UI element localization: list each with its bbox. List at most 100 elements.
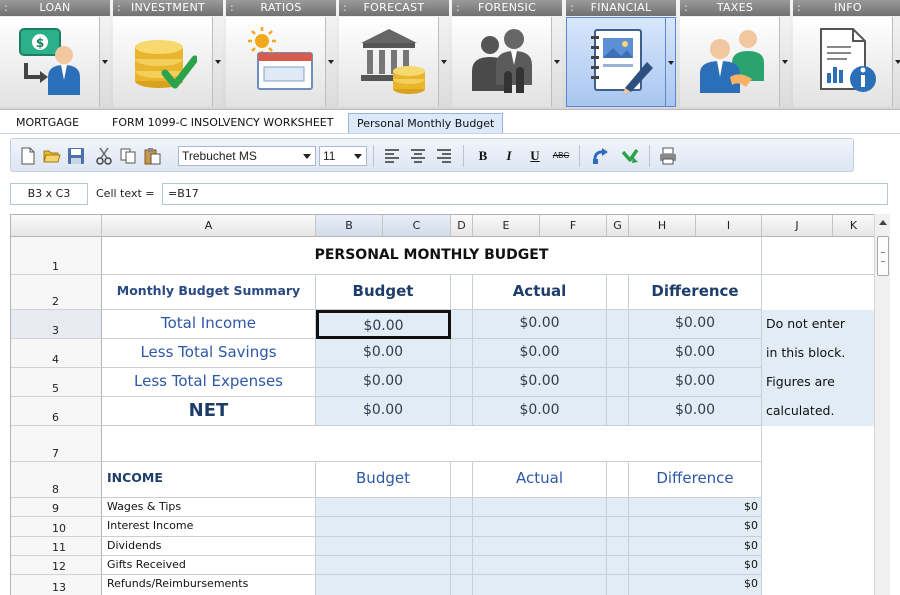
column-header-h[interactable]: H	[629, 215, 696, 237]
income-actual-cell[interactable]	[473, 498, 607, 517]
ribbon-tab-info[interactable]: : INFO	[793, 0, 900, 108]
ribbon-tab-forensic[interactable]: : FORENSIC	[452, 0, 562, 108]
summary-col-budget[interactable]: Budget	[316, 275, 451, 310]
summary-difference-less-total-expenses[interactable]: $0.00	[629, 368, 762, 397]
strikethrough-button[interactable]: ABC	[551, 146, 571, 166]
summary-difference-less-total-savings[interactable]: $0.00	[629, 339, 762, 368]
sheet-tab-mortgage[interactable]: MORTGAGE	[8, 113, 87, 133]
column-header-a[interactable]: A	[102, 215, 316, 237]
income-difference-cell[interactable]: $0	[629, 517, 762, 537]
grid-cell[interactable]	[607, 462, 629, 498]
income-col-budget[interactable]: Budget	[316, 462, 451, 498]
select-all-corner[interactable]	[11, 215, 102, 237]
column-header-e[interactable]: E	[473, 215, 540, 237]
summary-difference-total-income[interactable]: $0.00	[629, 310, 762, 339]
ribbon-tab-forecast[interactable]: : FORECAST	[339, 0, 449, 108]
grid-cell[interactable]	[451, 339, 473, 368]
row-header-5[interactable]: 5	[11, 368, 102, 397]
row-header-10[interactable]: 10	[11, 517, 102, 537]
column-header-i[interactable]: I	[696, 215, 762, 237]
income-item-label[interactable]: Dividends	[102, 537, 316, 556]
ribbon-tab-dropdown[interactable]	[326, 17, 336, 107]
grid-cell[interactable]	[451, 368, 473, 397]
grid-cell[interactable]	[607, 575, 629, 595]
grid-cell[interactable]	[762, 275, 874, 310]
income-budget-cell[interactable]	[316, 575, 451, 595]
align-center-icon[interactable]	[409, 147, 427, 165]
ribbon-tab-investment[interactable]: : INVESTMENT	[113, 0, 223, 108]
income-budget-cell[interactable]	[316, 517, 451, 537]
summary-col-actual[interactable]: Actual	[473, 275, 607, 310]
row-header-6[interactable]: 6	[11, 397, 102, 426]
summary-label-net[interactable]: NET	[102, 397, 316, 426]
scroll-up-icon[interactable]	[879, 220, 887, 225]
income-actual-cell[interactable]	[473, 556, 607, 575]
row-header-8[interactable]: 8	[11, 462, 102, 498]
row-header-3[interactable]: 3	[11, 310, 102, 339]
income-item-label[interactable]: Interest Income	[102, 517, 316, 537]
grid-cell[interactable]	[451, 498, 473, 517]
income-difference-cell[interactable]: $0	[629, 575, 762, 595]
column-header-c[interactable]: C	[383, 215, 451, 237]
grid-cell[interactable]	[762, 237, 874, 275]
grid-cell[interactable]	[607, 517, 629, 537]
grid-cell[interactable]	[102, 426, 762, 462]
income-budget-cell[interactable]	[316, 498, 451, 517]
undo-icon[interactable]	[591, 147, 609, 165]
align-right-icon[interactable]	[435, 147, 453, 165]
row-header-4[interactable]: 4	[11, 339, 102, 368]
cell-reference-box[interactable]: B3 x C3	[10, 183, 88, 205]
grid-cell[interactable]	[451, 462, 473, 498]
income-header[interactable]: INCOME	[102, 462, 316, 498]
summary-actual-total-income[interactable]: $0.00	[473, 310, 607, 339]
grid-cell[interactable]	[451, 556, 473, 575]
column-header-d[interactable]: D	[451, 215, 473, 237]
ribbon-tab-dropdown[interactable]	[893, 17, 900, 107]
income-budget-cell[interactable]	[316, 556, 451, 575]
summary-label-less-total-savings[interactable]: Less Total Savings	[102, 339, 316, 368]
ribbon-tab-loan[interactable]: : LOAN $	[0, 0, 110, 108]
copy-icon[interactable]	[119, 147, 137, 165]
grid-cell[interactable]	[607, 339, 629, 368]
grid-cell[interactable]	[451, 517, 473, 537]
font-name-select[interactable]: Trebuchet MS	[178, 146, 316, 166]
grid-cell[interactable]	[451, 275, 473, 310]
income-item-label[interactable]: Wages & Tips	[102, 498, 316, 517]
sheet-tab-personal-monthly-budget[interactable]: Personal Monthly Budget	[348, 113, 504, 133]
summary-budget-less-total-expenses[interactable]: $0.00	[316, 368, 451, 397]
row-header-13[interactable]: 13	[11, 575, 102, 595]
summary-label-total-income[interactable]: Total Income	[102, 310, 316, 339]
grid-cell[interactable]	[607, 498, 629, 517]
income-difference-cell[interactable]: $0	[629, 498, 762, 517]
summary-label-less-total-expenses[interactable]: Less Total Expenses	[102, 368, 316, 397]
ribbon-tab-dropdown[interactable]	[552, 17, 562, 107]
print-icon[interactable]	[659, 147, 677, 165]
income-actual-cell[interactable]	[473, 575, 607, 595]
ribbon-tab-dropdown[interactable]	[213, 17, 223, 107]
grid-cell[interactable]	[451, 397, 473, 426]
income-actual-cell[interactable]	[473, 517, 607, 537]
income-col-actual[interactable]: Actual	[473, 462, 607, 498]
sheet-tab-form-1099c[interactable]: FORM 1099-C INSOLVENCY WORKSHEET	[104, 113, 341, 133]
income-difference-cell[interactable]: $0	[629, 537, 762, 556]
cell-text-input[interactable]: =B17	[162, 183, 888, 205]
summary-actual-less-total-savings[interactable]: $0.00	[473, 339, 607, 368]
row-header-11[interactable]: 11	[11, 537, 102, 556]
save-icon[interactable]	[67, 147, 85, 165]
budget-title[interactable]: PERSONAL MONTHLY BUDGET	[102, 237, 762, 275]
summary-actual-net[interactable]: $0.00	[473, 397, 607, 426]
vertical-scrollbar[interactable]	[874, 214, 890, 595]
ribbon-tab-dropdown[interactable]	[780, 17, 790, 107]
income-col-difference[interactable]: Difference	[629, 462, 762, 498]
scrollbar-thumb[interactable]	[877, 236, 889, 276]
grid-cell[interactable]	[451, 310, 473, 339]
ribbon-tab-dropdown[interactable]	[439, 17, 449, 107]
underline-button[interactable]: U	[525, 146, 545, 166]
summary-difference-net[interactable]: $0.00	[629, 397, 762, 426]
row-header-1[interactable]: 1	[11, 237, 102, 275]
row-header-9[interactable]: 9	[11, 498, 102, 517]
row-header-12[interactable]: 12	[11, 556, 102, 575]
paste-icon[interactable]	[143, 147, 161, 165]
grid-cell[interactable]	[607, 310, 629, 339]
align-left-icon[interactable]	[383, 147, 401, 165]
